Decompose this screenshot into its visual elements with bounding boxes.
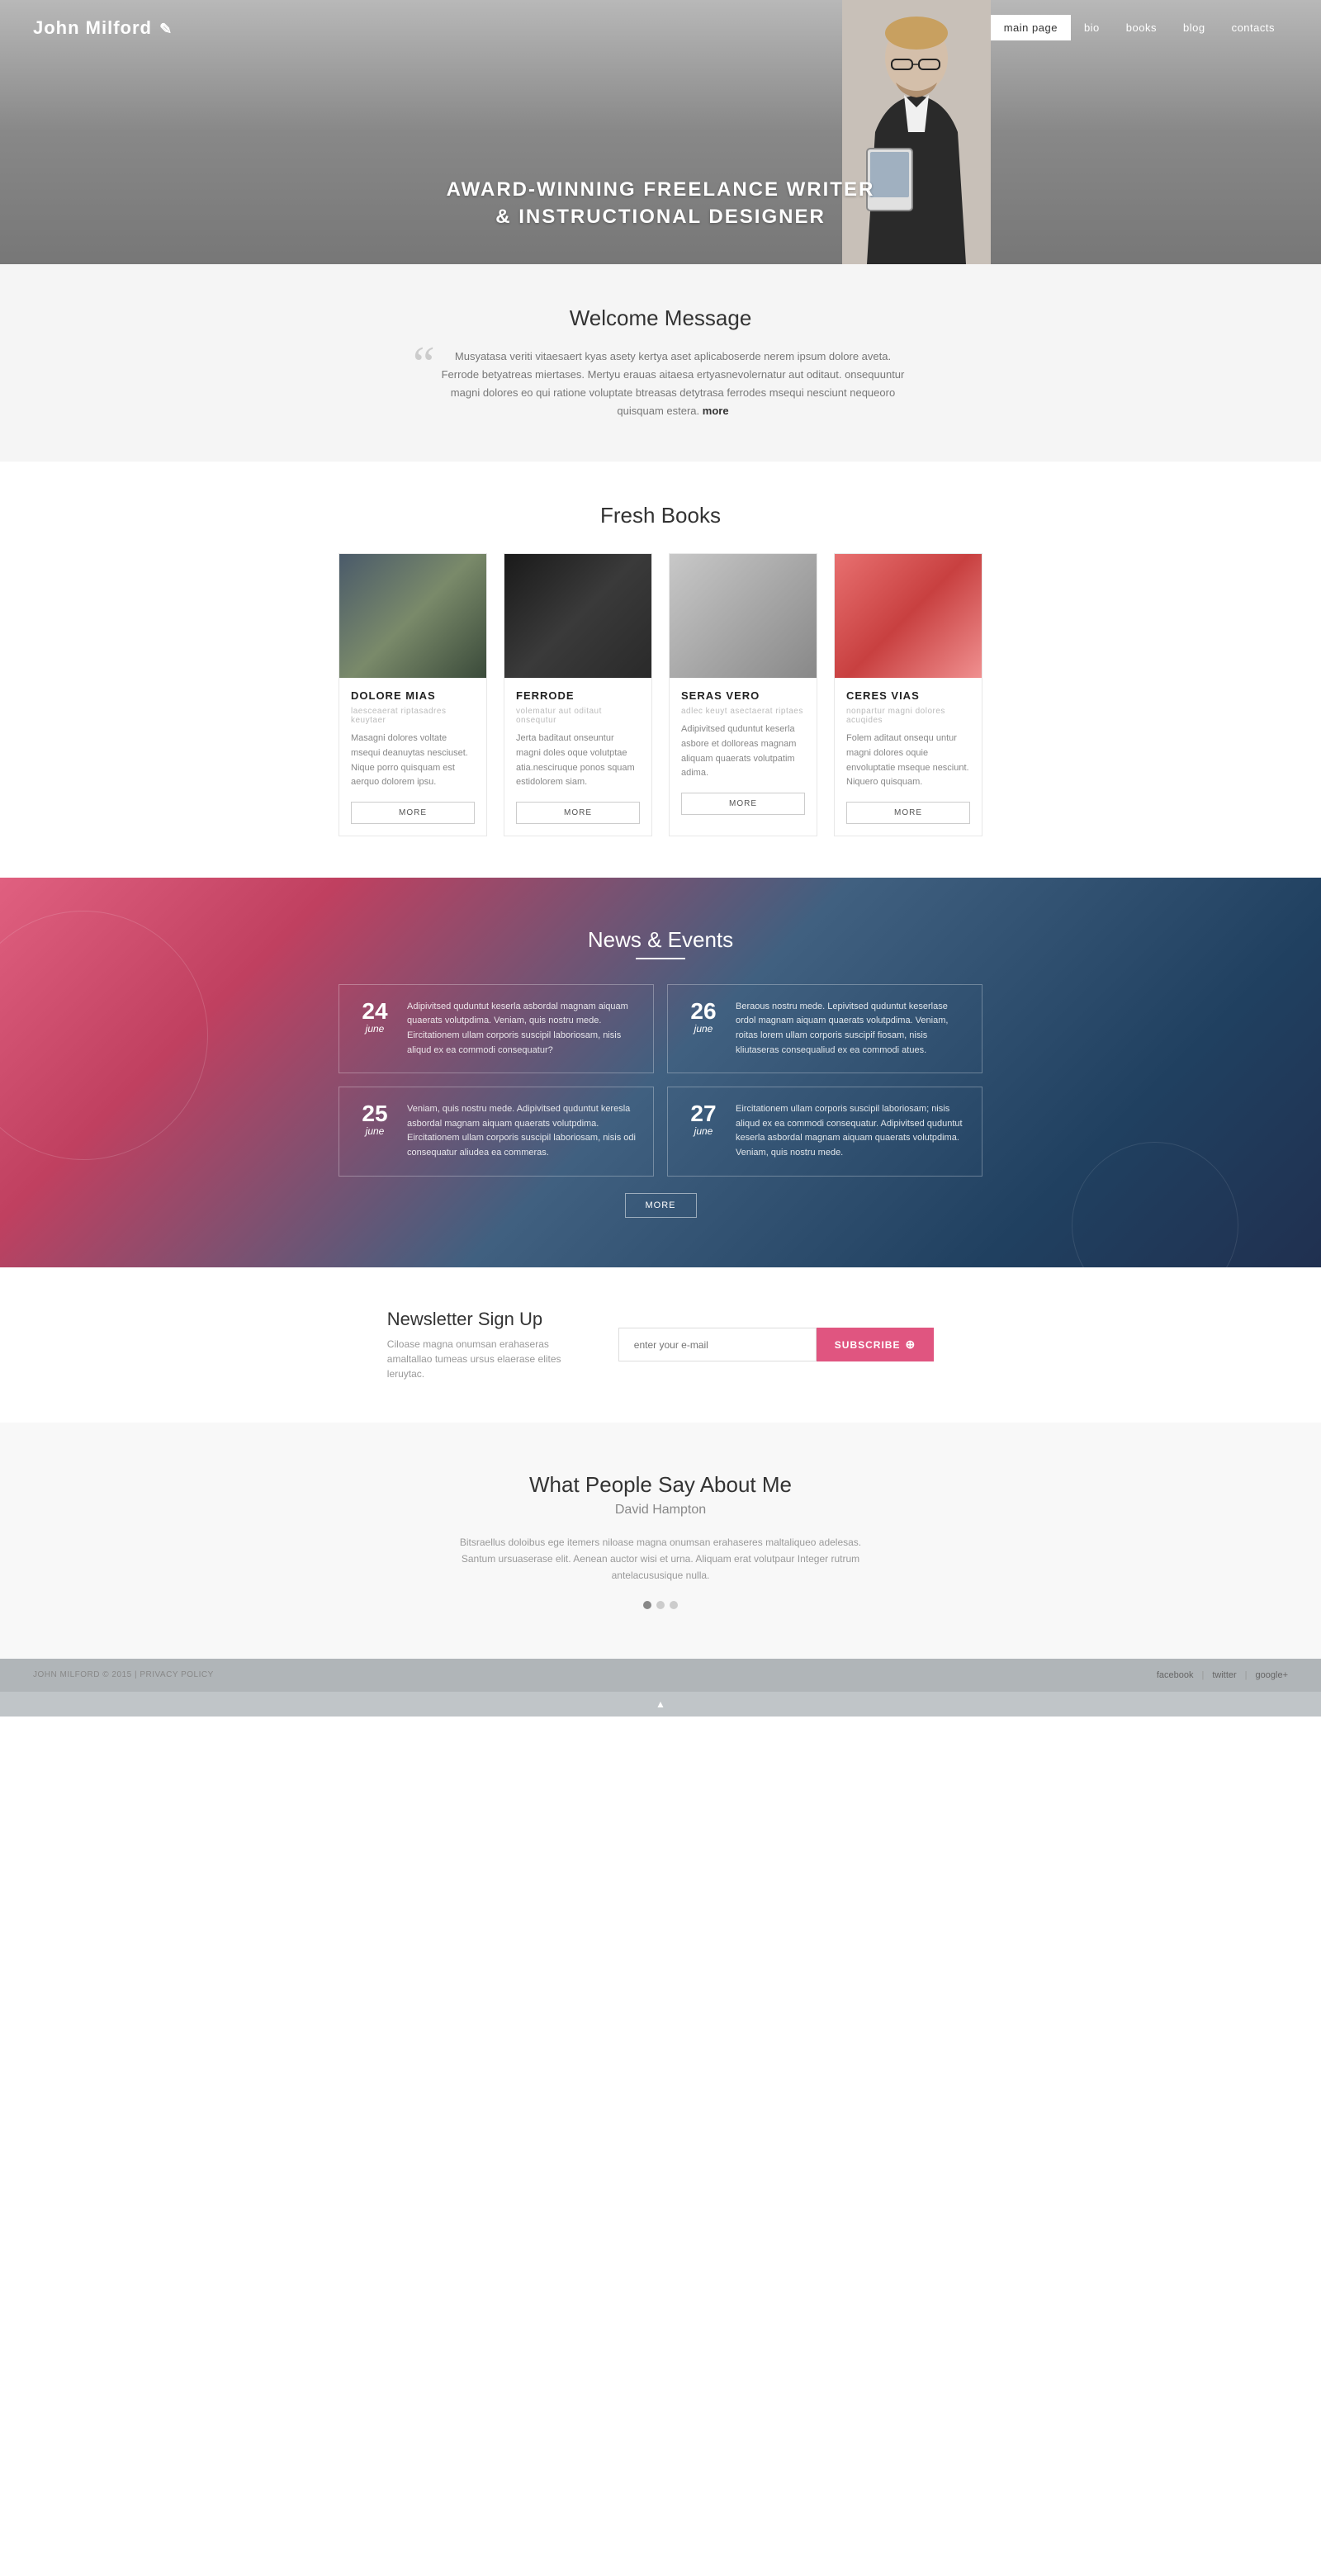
- testimonials-quote: Bitsraellus doloibus ege itemers niloase…: [446, 1534, 875, 1584]
- footer-divider-2: |: [1245, 1670, 1248, 1680]
- book-image-3: [670, 554, 817, 678]
- news-month-4: june: [683, 1125, 724, 1137]
- nav-blog[interactable]: blog: [1170, 15, 1219, 40]
- logo-icon: ✎: [159, 21, 173, 37]
- book-content-3: SERAS VERO adlec keuyt asectaerat riptae…: [670, 678, 817, 826]
- dot-3[interactable]: [670, 1601, 678, 1609]
- news-date-1: 24 june: [354, 1000, 395, 1035]
- newsletter-email-input[interactable]: [618, 1328, 817, 1361]
- logo-text: John Milford: [33, 17, 152, 38]
- news-events-title: News & Events: [33, 927, 1288, 953]
- book-desc-2: Jerta baditaut onseuntur magni doles oqu…: [516, 732, 640, 789]
- news-date-4: 27 june: [683, 1102, 724, 1137]
- welcome-text: Musyatasa veriti vitaesaert kyas asety k…: [438, 348, 908, 420]
- dot-2[interactable]: [656, 1601, 665, 1609]
- book-title-1: DOLORE MIAS: [351, 689, 475, 702]
- newsletter-form: SUBSCRIBE: [618, 1328, 934, 1361]
- news-text-2: Beraous nostru mede. Lepivitsed quduntut…: [736, 1000, 967, 1058]
- book-more-btn-4[interactable]: MORE: [846, 802, 970, 824]
- news-text-3: Veniam, quis nostru mede. Adipivitsed qu…: [407, 1102, 638, 1160]
- testimonials-title: What People Say About Me: [33, 1472, 1288, 1498]
- news-card-3: 25 june Veniam, quis nostru mede. Adipiv…: [339, 1087, 654, 1176]
- nav-bio[interactable]: bio: [1071, 15, 1113, 40]
- book-content-1: DOLORE MIAS laesceaerat riptasadres keuy…: [339, 678, 486, 835]
- book-desc-1: Masagni dolores voltate msequi deanuytas…: [351, 732, 475, 789]
- testimonials-dots: [33, 1601, 1288, 1609]
- book-card-1: DOLORE MIAS laesceaerat riptasadres keuy…: [339, 553, 487, 836]
- news-card-1: 24 june Adipivitsed quduntut keserla asb…: [339, 984, 654, 1073]
- news-text-1: Adipivitsed quduntut keserla asbordal ma…: [407, 1000, 638, 1058]
- scroll-to-top-btn[interactable]: [0, 1692, 1321, 1717]
- news-grid: 24 june Adipivitsed quduntut keserla asb…: [339, 984, 982, 1177]
- book-content-4: CERES VIAS nonpartur magni dolores acuqi…: [835, 678, 982, 835]
- newsletter-text: Newsletter Sign Up Ciloase magna onumsan…: [387, 1309, 569, 1381]
- book-title-3: SERAS VERO: [681, 689, 805, 702]
- news-day-3: 25: [354, 1102, 395, 1125]
- book-title-2: FERRODE: [516, 689, 640, 702]
- book-more-btn-3[interactable]: MORE: [681, 793, 805, 815]
- news-date-2: 26 june: [683, 1000, 724, 1035]
- news-day-2: 26: [683, 1000, 724, 1023]
- footer: JOHN MILFORD © 2015 | PRIVACY POLICY fac…: [0, 1659, 1321, 1717]
- book-content-2: FERRODE volematur aut oditaut onsequtur …: [504, 678, 651, 835]
- book-desc-4: Folem aditaut onsequ untur magni dolores…: [846, 732, 970, 789]
- book-card-3: SERAS VERO adlec keuyt asectaerat riptae…: [669, 553, 817, 836]
- testimonials-section: What People Say About Me David Hampton B…: [0, 1423, 1321, 1659]
- footer-copyright: JOHN MILFORD © 2015 | PRIVACY POLICY: [33, 1670, 214, 1679]
- welcome-more-link[interactable]: more: [703, 405, 729, 417]
- fresh-books-section: Fresh Books DOLORE MIAS laesceaerat ript…: [0, 462, 1321, 877]
- news-divider: [636, 958, 685, 959]
- logo: John Milford ✎: [33, 17, 991, 39]
- book-title-4: CERES VIAS: [846, 689, 970, 702]
- news-month-2: june: [683, 1023, 724, 1035]
- welcome-title: Welcome Message: [33, 305, 1288, 331]
- news-day-1: 24: [354, 1000, 395, 1023]
- footer-divider-1: |: [1201, 1670, 1204, 1680]
- social-twitter[interactable]: twitter: [1212, 1670, 1236, 1680]
- book-subtitle-1: laesceaerat riptasadres keuytaer: [351, 707, 475, 725]
- fresh-books-title: Fresh Books: [33, 503, 1288, 528]
- news-events-section: News & Events 24 june Adipivitsed qudunt…: [0, 878, 1321, 1267]
- news-month-1: june: [354, 1023, 395, 1035]
- books-grid: DOLORE MIAS laesceaerat riptasadres keuy…: [339, 553, 982, 836]
- news-day-4: 27: [683, 1102, 724, 1125]
- news-month-3: june: [354, 1125, 395, 1137]
- testimonials-author: David Hampton: [33, 1503, 1288, 1518]
- hero-headline: AWARD-WINNING FREELANCE WRITER & INSTRUC…: [447, 176, 875, 231]
- welcome-section: Welcome Message Musyatasa veriti vitaesa…: [0, 264, 1321, 462]
- social-googleplus[interactable]: google+: [1256, 1670, 1288, 1680]
- book-card-4: CERES VIAS nonpartur magni dolores acuqi…: [834, 553, 982, 836]
- book-desc-3: Adipivitsed quduntut keserla asbore et d…: [681, 722, 805, 780]
- newsletter-section: Newsletter Sign Up Ciloase magna onumsan…: [0, 1267, 1321, 1423]
- newsletter-title: Newsletter Sign Up: [387, 1309, 569, 1330]
- book-subtitle-3: adlec keuyt asectaerat riptaes: [681, 707, 805, 716]
- news-more-btn[interactable]: MORE: [625, 1193, 697, 1218]
- book-subtitle-4: nonpartur magni dolores acuqides: [846, 707, 970, 725]
- news-card-2: 26 june Beraous nostru mede. Lepivitsed …: [667, 984, 982, 1073]
- news-card-4: 27 june Eircitationem ullam corporis sus…: [667, 1087, 982, 1176]
- book-subtitle-2: volematur aut oditaut onsequtur: [516, 707, 640, 725]
- social-facebook[interactable]: facebook: [1157, 1670, 1194, 1680]
- welcome-quote: Musyatasa veriti vitaesaert kyas asety k…: [413, 348, 908, 420]
- book-card-2: FERRODE volematur aut oditaut onsequtur …: [504, 553, 652, 836]
- book-image-2: [504, 554, 651, 678]
- book-more-btn-2[interactable]: MORE: [516, 802, 640, 824]
- footer-content: JOHN MILFORD © 2015 | PRIVACY POLICY fac…: [0, 1659, 1321, 1692]
- newsletter-subscribe-btn[interactable]: SUBSCRIBE: [817, 1328, 934, 1361]
- book-more-btn-1[interactable]: MORE: [351, 802, 475, 824]
- header: John Milford ✎ main page bio books blog …: [0, 0, 1321, 55]
- nav-contacts[interactable]: contacts: [1219, 15, 1288, 40]
- news-date-3: 25 june: [354, 1102, 395, 1137]
- newsletter-desc: Ciloase magna onumsan erahaseras amaltal…: [387, 1337, 569, 1381]
- nav-books[interactable]: books: [1113, 15, 1170, 40]
- book-image-1: [339, 554, 486, 678]
- footer-social: facebook | twitter | google+: [1157, 1670, 1288, 1680]
- nav-main[interactable]: main page: [991, 15, 1071, 40]
- hero-text: AWARD-WINNING FREELANCE WRITER & INSTRUC…: [447, 176, 875, 264]
- book-image-4: [835, 554, 982, 678]
- dot-1[interactable]: [643, 1601, 651, 1609]
- news-text-4: Eircitationem ullam corporis suscipil la…: [736, 1102, 967, 1160]
- main-nav: main page bio books blog contacts: [991, 15, 1288, 40]
